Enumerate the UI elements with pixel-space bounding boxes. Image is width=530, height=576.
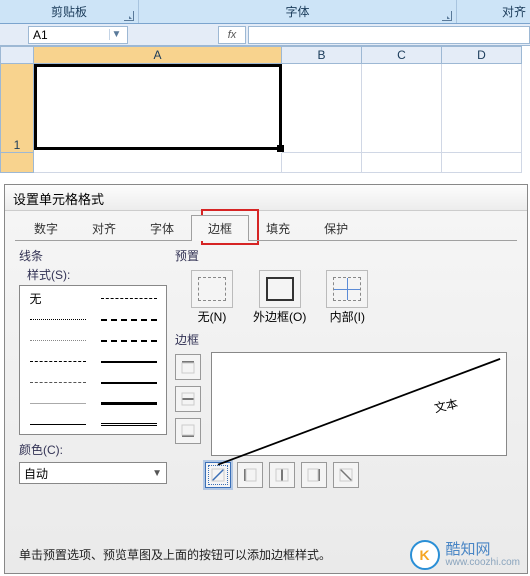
cell[interactable] [362,64,442,153]
preset-label: 无(N) [198,308,227,325]
line-style-option[interactable] [93,414,164,435]
tab-protection[interactable]: 保护 [307,215,365,241]
line-style-option[interactable] [93,309,164,330]
line-style-option[interactable] [22,309,93,330]
diagonal-line-icon [212,353,506,471]
chevron-down-icon[interactable]: ▼ [109,29,123,40]
line-style-option[interactable] [93,372,164,393]
watermark: K 酷知网 www.coozhi.com [410,540,520,570]
line-style-option[interactable] [22,414,93,435]
border-bottom-button[interactable] [175,418,201,444]
ribbon-group-font[interactable]: 字体 [139,0,457,23]
dialog-hint: 单击预置选项、预览草图及上面的按钮可以添加边框样式。 [19,546,331,563]
dialog-tabs: 数字 对齐 字体 边框 填充 保护 [17,215,527,241]
fx-button[interactable]: fx [218,26,246,44]
border-middle-h-button[interactable] [175,386,201,412]
chevron-down-icon: ▼ [152,468,162,479]
expand-icon[interactable] [442,11,452,21]
line-style-option[interactable] [22,372,93,393]
cell[interactable] [442,64,522,153]
line-style-option[interactable] [22,393,93,414]
border-preview[interactable]: 文本 [211,352,507,456]
watermark-url: www.coozhi.com [446,557,520,568]
cell-a1-selected[interactable] [34,64,282,150]
column-header-c[interactable]: C [362,46,442,64]
formula-bar[interactable] [248,26,530,44]
ribbon-group-clipboard[interactable]: 剪贴板 [0,0,139,23]
preset-label: 内部(I) [330,308,365,325]
ribbon-group-label: 字体 [285,5,309,19]
tab-alignment[interactable]: 对齐 [75,215,133,241]
preset-label: 外边框(O) [253,308,306,325]
format-cells-dialog: 设置单元格格式 数字 对齐 字体 边框 填充 保护 线条 样式(S): 无 [4,184,528,574]
watermark-logo-icon: K [410,540,440,570]
cell[interactable] [282,153,362,173]
fx-label: fx [228,29,237,41]
color-label: 颜色(C): [19,441,167,458]
column-header-b[interactable]: B [282,46,362,64]
style-label: 样式(S): [27,266,167,283]
preset-inside[interactable]: 内部(I) [326,270,368,325]
border-section-label: 边框 [175,331,513,348]
row-header-1[interactable]: 1 [0,64,34,153]
row-header[interactable] [0,153,34,173]
name-box-value: A1 [33,28,48,42]
preset-outline-icon [266,277,294,301]
tab-number[interactable]: 数字 [17,215,75,241]
color-value: 自动 [24,465,48,482]
select-all-corner[interactable] [0,46,34,64]
ribbon-group-align[interactable]: 对齐 [457,0,530,23]
line-style-option[interactable] [93,351,164,372]
tab-border[interactable]: 边框 [191,215,249,241]
expand-icon[interactable] [124,11,134,21]
border-top-button[interactable] [175,354,201,380]
preset-section-label: 预置 [175,247,513,264]
dialog-title: 设置单元格格式 [5,185,527,211]
watermark-name: 酷知网 [446,542,520,558]
column-header-d[interactable]: D [442,46,522,64]
line-style-option[interactable] [22,351,93,372]
line-style-option[interactable] [93,288,164,309]
cell[interactable] [282,64,362,153]
line-style-list[interactable]: 无 [19,285,167,435]
column-header-a[interactable]: A [34,46,282,64]
name-box[interactable]: A1 ▼ [28,26,128,44]
line-style-none[interactable]: 无 [22,288,93,309]
preset-none-icon [198,277,226,301]
line-style-option[interactable] [93,393,164,414]
line-style-option[interactable] [93,330,164,351]
cell[interactable] [34,153,282,173]
tab-font[interactable]: 字体 [133,215,191,241]
ribbon-group-label: 剪贴板 [51,5,87,19]
cell[interactable] [362,153,442,173]
style-none-label: 无 [30,290,86,307]
preset-none[interactable]: 无(N) [191,270,233,325]
ribbon-group-label: 对齐 [502,5,526,19]
line-section-label: 线条 [19,247,167,264]
line-style-option[interactable] [22,330,93,351]
worksheet-grid[interactable]: A B C D 1 [0,46,530,173]
line-color-dropdown[interactable]: 自动 ▼ [19,462,167,484]
preset-outline[interactable]: 外边框(O) [253,270,306,325]
preset-inside-icon [333,277,361,301]
cell[interactable] [442,153,522,173]
